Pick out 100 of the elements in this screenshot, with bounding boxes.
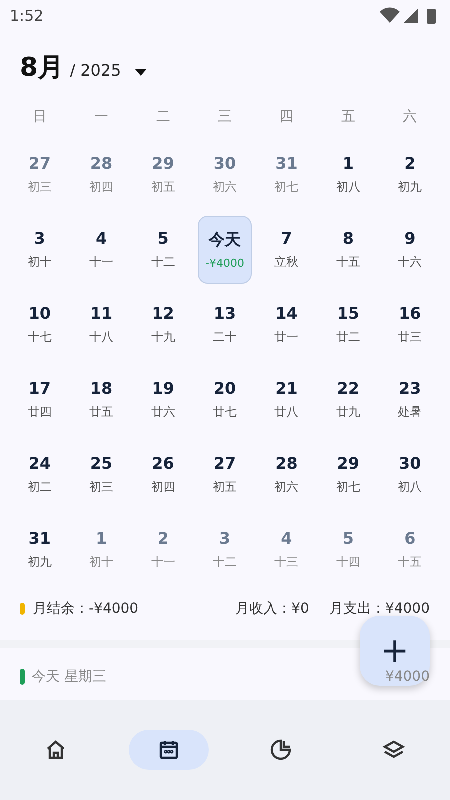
lunar-date: 初五 xyxy=(212,479,237,496)
day-cell[interactable]: 2 十一 xyxy=(136,516,190,584)
day-cell[interactable]: 24 初二 xyxy=(13,441,67,509)
lunar-date: 立秋 xyxy=(274,254,299,271)
day-number: 27 xyxy=(214,454,236,473)
day-number: 22 xyxy=(337,379,360,398)
lunar-date: 廿一 xyxy=(274,329,299,346)
lunar-date: 十二 xyxy=(151,254,176,271)
day-cell[interactable]: 27 初五 xyxy=(198,441,252,509)
day-cell[interactable]: 5 十四 xyxy=(322,516,376,584)
weekday-label: 三 xyxy=(216,108,233,127)
day-cell[interactable]: 15 廿二 xyxy=(322,291,376,359)
day-cell[interactable]: 30 初六 xyxy=(198,141,252,209)
day-cell[interactable]: 18 廿五 xyxy=(74,366,128,434)
month-title[interactable]: 8月 xyxy=(20,50,64,85)
lunar-date: 廿五 xyxy=(90,404,114,421)
day-cell[interactable]: 10 十七 xyxy=(13,291,67,359)
day-number: 2 xyxy=(404,154,416,173)
day-cell[interactable]: 21 廿八 xyxy=(260,366,314,434)
lunar-date: 初六 xyxy=(274,479,299,496)
day-number: 3 xyxy=(219,529,231,548)
day-cell[interactable]: 20 廿七 xyxy=(198,366,252,434)
day-cell[interactable]: 9 十六 xyxy=(383,216,437,284)
day-number: 14 xyxy=(276,304,298,323)
lunar-date: 十一 xyxy=(90,254,114,271)
lunar-date: 十五 xyxy=(336,254,360,271)
day-cell[interactable]: 今天 -¥4000 xyxy=(198,216,252,284)
day-number: 11 xyxy=(90,304,113,323)
day-cell[interactable]: 14 廿一 xyxy=(260,291,314,359)
lunar-date: 廿九 xyxy=(336,404,360,421)
day-number: 24 xyxy=(28,454,51,473)
day-cell[interactable]: 13 二十 xyxy=(198,291,252,359)
day-cell[interactable]: 16 廿三 xyxy=(383,291,437,359)
day-cell[interactable]: 19 廿六 xyxy=(136,366,190,434)
day-number: 2 xyxy=(158,529,169,548)
day-amount: -¥4000 xyxy=(206,257,244,270)
day-cell[interactable]: 12 十九 xyxy=(136,291,190,359)
day-cell[interactable]: 8 十五 xyxy=(322,216,376,284)
day-cell[interactable]: 17 廿四 xyxy=(13,366,67,434)
day-cell[interactable]: 31 初七 xyxy=(260,141,314,209)
day-cell[interactable]: 5 十二 xyxy=(136,216,190,284)
day-number: 1 xyxy=(96,529,108,548)
day-cell[interactable]: 11 十八 xyxy=(74,291,128,359)
weekday-label: 五 xyxy=(340,108,356,127)
day-cell[interactable]: 27 初三 xyxy=(13,141,67,209)
year-label[interactable]: / 2025 xyxy=(70,61,122,80)
lunar-date: 十七 xyxy=(28,329,52,346)
day-number: 5 xyxy=(342,529,354,548)
lunar-date: 廿二 xyxy=(336,329,360,346)
day-number: 15 xyxy=(337,304,360,323)
day-number: 1 xyxy=(342,154,354,173)
day-cell[interactable]: 7 立秋 xyxy=(260,216,314,284)
weekday-label: 日 xyxy=(32,108,48,127)
day-cell[interactable]: 29 初七 xyxy=(322,441,376,509)
day-cell[interactable]: 26 初四 xyxy=(136,441,190,509)
lunar-date: 初四 xyxy=(151,479,176,496)
lunar-date: 十八 xyxy=(90,329,114,346)
lunar-date: 十四 xyxy=(336,554,360,571)
lunar-date: 初七 xyxy=(274,179,299,196)
status-icons xyxy=(380,7,438,25)
day-cell[interactable]: 2 初九 xyxy=(383,141,437,209)
day-cell[interactable]: 3 初十 xyxy=(13,216,67,284)
day-cell[interactable]: 28 初四 xyxy=(74,141,128,209)
weekday-label: 四 xyxy=(278,108,295,127)
day-cell[interactable]: 22 廿九 xyxy=(322,366,376,434)
nav-tab[interactable] xyxy=(128,730,209,770)
day-cell[interactable]: 4 十三 xyxy=(260,516,314,584)
day-cell[interactable]: 1 初八 xyxy=(322,141,376,209)
today-expense: ¥4000 xyxy=(385,669,430,685)
day-number: 26 xyxy=(152,454,174,473)
day-cell[interactable]: 4 十一 xyxy=(74,216,128,284)
lunar-date: 初三 xyxy=(28,179,52,196)
day-number: 30 xyxy=(399,454,422,473)
weekday-label: 六 xyxy=(402,108,418,127)
lunar-date: 初五 xyxy=(151,179,176,196)
day-cell[interactable]: 1 初十 xyxy=(74,516,128,584)
lunar-date: 十九 xyxy=(151,329,176,346)
day-cell[interactable]: 23 处暑 xyxy=(383,366,437,434)
lunar-date: 初十 xyxy=(90,554,114,571)
day-number: 今天 xyxy=(208,230,241,251)
day-cell[interactable]: 30 初八 xyxy=(383,441,437,509)
lunar-date: 初八 xyxy=(336,179,360,196)
lunar-date: 十二 xyxy=(212,554,237,571)
day-cell[interactable]: 6 十五 xyxy=(383,516,437,584)
day-cell[interactable]: 31 初九 xyxy=(13,516,67,584)
day-cell[interactable]: 28 初六 xyxy=(260,441,314,509)
day-number: 31 xyxy=(28,529,51,548)
day-cell[interactable]: 3 十二 xyxy=(198,516,252,584)
day-number: 23 xyxy=(399,379,422,398)
dropdown-icon[interactable] xyxy=(135,69,148,76)
pie-chart-icon xyxy=(269,738,294,762)
day-number: 29 xyxy=(337,454,360,473)
day-cell[interactable]: 29 初五 xyxy=(136,141,190,209)
day-number: 9 xyxy=(404,229,416,248)
month-balance: 月结余：-¥4000 xyxy=(33,600,139,618)
day-cell[interactable]: 25 初三 xyxy=(74,441,128,509)
weekday-label: 二 xyxy=(155,108,172,127)
day-number: 28 xyxy=(276,454,298,473)
day-number: 21 xyxy=(276,379,298,398)
day-number: 29 xyxy=(152,154,174,173)
